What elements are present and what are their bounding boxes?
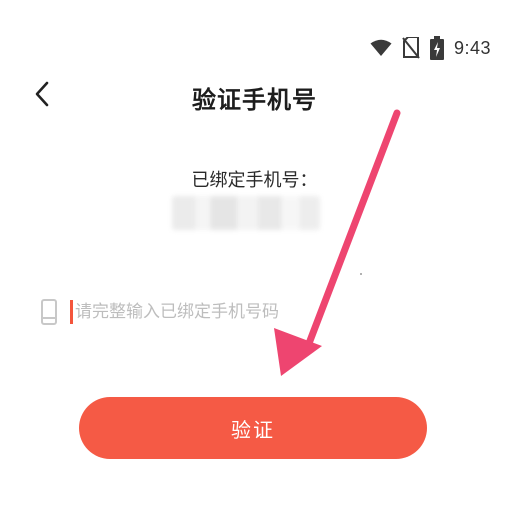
verify-button[interactable]: 验证 xyxy=(79,397,427,459)
phone-number-input[interactable] xyxy=(75,302,335,322)
wifi-icon xyxy=(370,39,392,57)
bound-phone-label: 已绑定手机号： xyxy=(191,170,318,191)
battery-charging-icon xyxy=(429,36,444,60)
status-time: 9:43 xyxy=(453,37,491,58)
speck xyxy=(360,273,362,275)
status-bar: 9:43 xyxy=(370,34,491,62)
mobile-phone-icon xyxy=(38,297,60,327)
header: 验证手机号 xyxy=(0,76,509,116)
text-cursor xyxy=(70,300,73,324)
phone-input-row[interactable] xyxy=(38,296,478,328)
page-title: 验证手机号 xyxy=(192,86,317,114)
no-sim-icon xyxy=(402,37,420,59)
masked-phone-number xyxy=(172,196,320,230)
